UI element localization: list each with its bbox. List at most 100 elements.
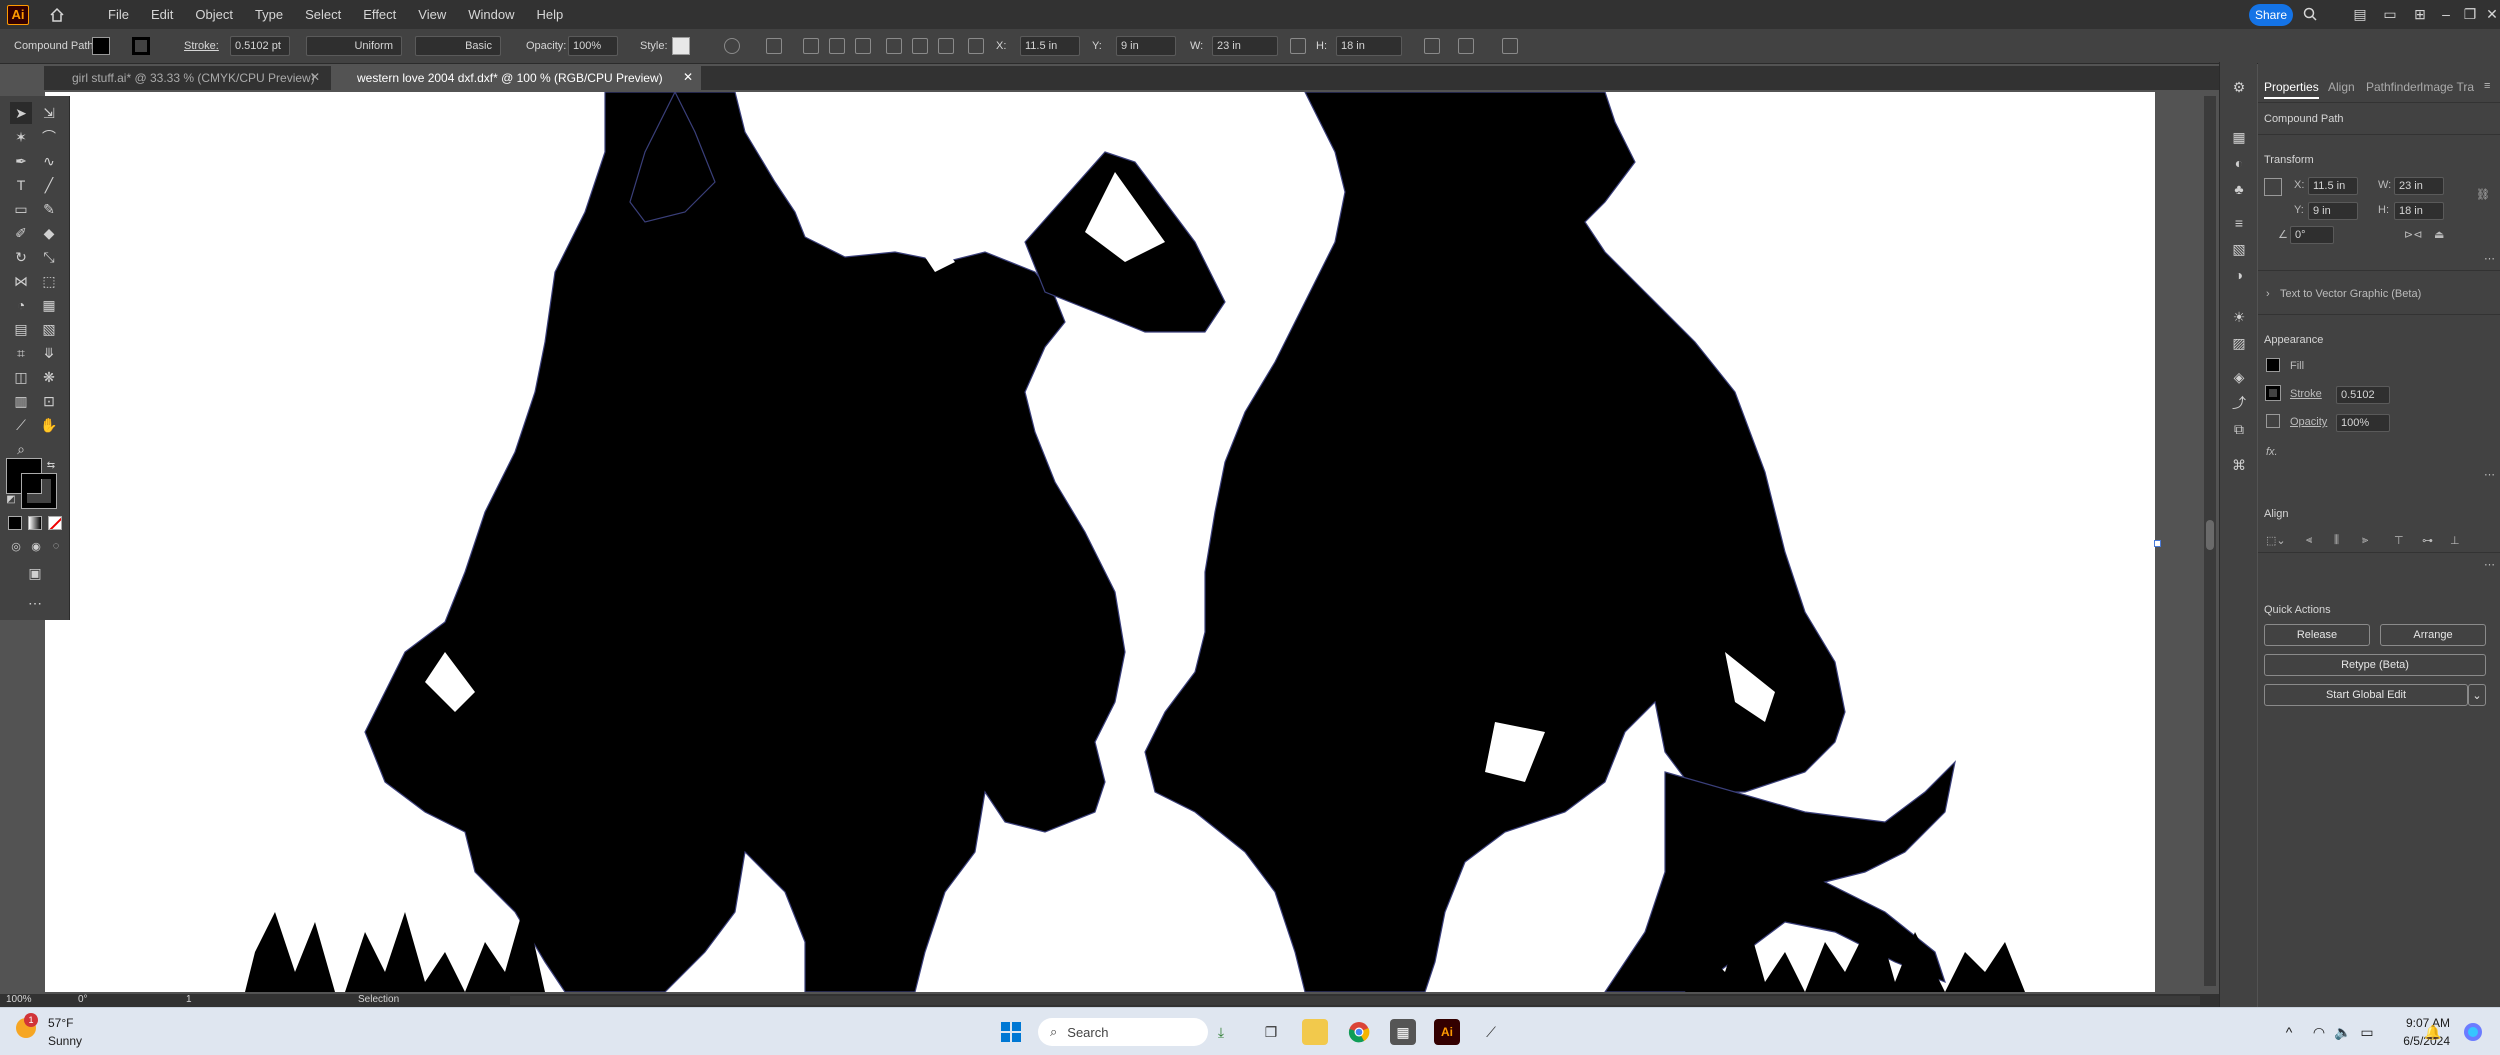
height-field[interactable]: 18 in <box>1336 36 1402 56</box>
shape-options-icon[interactable] <box>766 38 782 54</box>
opacity-label[interactable]: Opacity: <box>526 36 566 56</box>
recolor-artwork-icon[interactable] <box>724 38 740 54</box>
align-bottom-icon[interactable] <box>938 38 954 54</box>
chevron-down-icon[interactable]: ⌄ <box>2468 684 2486 706</box>
wifi-icon[interactable]: ◠ <box>2310 1019 2328 1045</box>
stroke-swatch[interactable] <box>2265 385 2281 401</box>
search-icon[interactable] <box>2300 4 2320 24</box>
volume-icon[interactable]: 🔈 <box>2334 1019 2352 1045</box>
align-top-icon[interactable]: ⊤ <box>2394 534 2404 547</box>
perspective-grid-tool-icon[interactable]: ▤ <box>10 318 32 340</box>
close-window-icon[interactable]: ✕ <box>2482 4 2500 24</box>
image-trace-icon[interactable]: ⌘ <box>2228 454 2250 476</box>
isolate-icon[interactable] <box>1458 38 1474 54</box>
arrange-button[interactable]: Arrange <box>2380 624 2486 646</box>
gradient-panel-icon[interactable]: ▧ <box>2228 238 2250 260</box>
transparency-icon[interactable]: ◑ <box>2228 264 2250 286</box>
task-view-icon[interactable]: ❐ <box>1258 1019 1284 1045</box>
panel-menu-icon[interactable]: ≡ <box>2484 80 2490 92</box>
reference-point-icon[interactable] <box>2264 178 2282 196</box>
more-options-icon[interactable]: ⋯ <box>2484 558 2495 571</box>
shaper-tool-icon[interactable]: ✐ <box>10 222 32 244</box>
stroke-label[interactable]: Stroke: <box>184 36 219 56</box>
stroke-label[interactable]: Stroke <box>2290 388 2322 400</box>
color-mode-icon[interactable] <box>8 516 22 530</box>
width-tool-icon[interactable]: ⋈ <box>10 270 32 292</box>
magic-wand-tool-icon[interactable]: ✶ <box>10 126 32 148</box>
calculator-icon[interactable]: ▦ <box>1390 1019 1416 1045</box>
rotation-value[interactable]: 0° <box>78 994 88 1005</box>
properties-panel-icon[interactable]: ⚙ <box>2228 76 2250 98</box>
symbol-sprayer-tool-icon[interactable]: ❋ <box>38 366 60 388</box>
grid-icon[interactable]: ⊞ <box>2410 4 2430 24</box>
stroke-weight-field[interactable]: 0.5102 pt <box>230 36 290 56</box>
constrain-icon[interactable]: ⛓ <box>2476 188 2490 201</box>
align-right-icon[interactable]: ⫸ <box>2362 534 2368 547</box>
more-options-icon[interactable]: ⋯ <box>2484 252 2495 265</box>
artboards-icon[interactable]: ⧉ <box>2228 418 2250 440</box>
rotate-tool-icon[interactable]: ↻ <box>10 246 32 268</box>
workspace-switcher-icon[interactable]: ▭ <box>2380 4 2400 24</box>
tab-image-trace[interactable]: Image Tra <box>2420 80 2474 94</box>
artboard-tool-icon[interactable]: ⊡ <box>38 390 60 412</box>
rectangle-tool-icon[interactable]: ▭ <box>10 198 32 220</box>
menu-edit[interactable]: Edit <box>140 0 184 29</box>
libraries-icon[interactable]: ▦ <box>2228 126 2250 148</box>
transform-icon[interactable] <box>1424 38 1440 54</box>
stroke-color-swatch[interactable] <box>21 473 57 509</box>
file-explorer-icon[interactable] <box>1302 1019 1328 1045</box>
start-global-edit-button[interactable]: Start Global Edit <box>2264 684 2468 706</box>
y-field[interactable]: 9 in <box>2308 202 2358 220</box>
flip-horizontal-icon[interactable]: ⊳⊲ <box>2404 228 2422 241</box>
y-field[interactable]: 9 in <box>1116 36 1176 56</box>
brush-definition-dropdown[interactable]: Basic <box>415 36 501 56</box>
battery-icon[interactable]: ▭ <box>2358 1019 2376 1045</box>
menu-file[interactable]: File <box>97 0 140 29</box>
close-icon[interactable]: ✕ <box>683 70 693 84</box>
width-field[interactable]: 23 in <box>1212 36 1278 56</box>
line-tool-icon[interactable]: ╱ <box>38 174 60 196</box>
align-left-icon[interactable] <box>803 38 819 54</box>
draw-normal-icon[interactable]: ◎ <box>8 538 24 554</box>
type-tool-icon[interactable]: T <box>10 174 32 196</box>
align-center-icon[interactable] <box>829 38 845 54</box>
default-colors-icon[interactable]: ◩ <box>4 492 18 506</box>
align-middle-icon[interactable] <box>912 38 928 54</box>
windows-start-icon[interactable] <box>998 1019 1024 1045</box>
chevron-up-icon[interactable]: ^ <box>2280 1019 2298 1045</box>
horizontal-scrollbar[interactable] <box>510 996 2200 1005</box>
stroke-weight-field[interactable]: 0.5102 <box>2336 386 2390 404</box>
tab-girl-stuff[interactable]: girl stuff.ai* @ 33.33 % (CMYK/CPU Previ… <box>44 66 328 90</box>
chevron-right-icon[interactable]: › <box>2266 288 2270 300</box>
menu-effect[interactable]: Effect <box>352 0 407 29</box>
selection-handle[interactable] <box>2154 540 2161 547</box>
share-button[interactable]: Share <box>2249 4 2293 26</box>
pen-tool-icon[interactable]: ✒ <box>10 150 32 172</box>
retype-button[interactable]: Retype (Beta) <box>2264 654 2486 676</box>
arrange-documents-icon[interactable]: ▤ <box>2350 4 2370 24</box>
text-to-vector-link[interactable]: Text to Vector Graphic (Beta) <box>2280 288 2421 300</box>
fx-icon[interactable]: fx. <box>2266 446 2278 458</box>
edit-toolbar-icon[interactable]: ⋯ <box>24 592 46 614</box>
align-to-selection-icon[interactable]: ⬚⌄ <box>2266 534 2286 547</box>
eraser-tool-icon[interactable]: ◆ <box>38 222 60 244</box>
export-icon[interactable]: ⤴ <box>2228 392 2250 414</box>
flip-vertical-icon[interactable]: ⏏ <box>2434 228 2444 241</box>
align-top-icon[interactable] <box>886 38 902 54</box>
tab-western-love[interactable]: western love 2004 dxf.dxf* @ 100 % (RGB/… <box>331 66 701 90</box>
eyedropper-tool-icon[interactable]: ⤋ <box>38 342 60 364</box>
home-icon[interactable] <box>47 5 67 25</box>
release-button[interactable]: Release <box>2264 624 2370 646</box>
minimize-icon[interactable]: – <box>2436 4 2456 24</box>
draw-behind-icon[interactable]: ◉ <box>28 538 44 554</box>
close-icon[interactable]: ✕ <box>310 70 320 84</box>
shape-builder-tool-icon[interactable]: ◔ <box>10 294 32 316</box>
x-field[interactable]: 11.5 in <box>1020 36 1080 56</box>
blend-tool-icon[interactable]: ◫ <box>10 366 32 388</box>
color-guide-icon[interactable]: ◐ <box>2228 152 2250 174</box>
tab-properties[interactable]: Properties <box>2264 80 2319 99</box>
symbols-icon[interactable]: ♣ <box>2228 178 2250 200</box>
menu-view[interactable]: View <box>407 0 457 29</box>
x-field[interactable]: 11.5 in <box>2308 177 2358 195</box>
taskbar-search-box[interactable]: ⌕ Search <box>1038 1018 1208 1046</box>
